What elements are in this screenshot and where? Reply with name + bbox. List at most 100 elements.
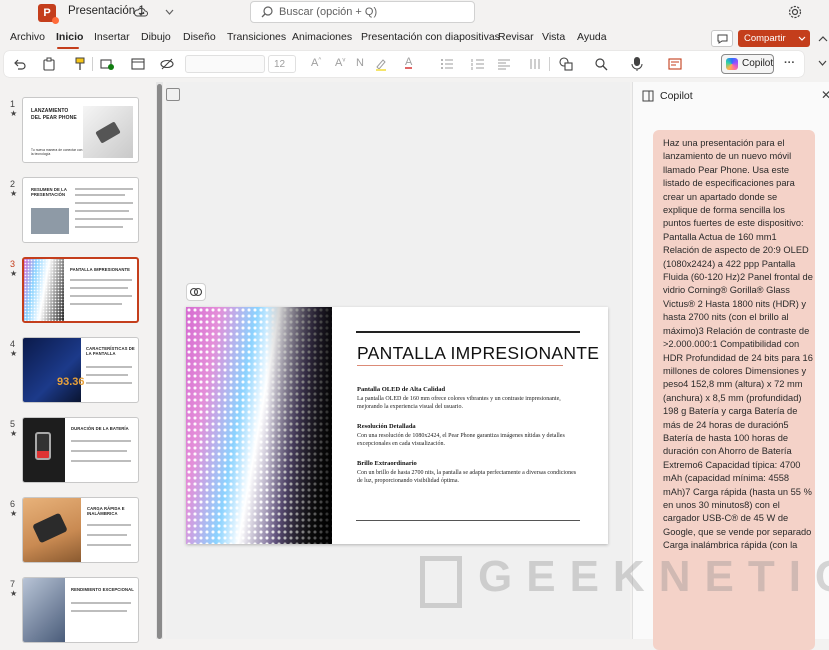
thumb-text-line xyxy=(86,382,132,384)
current-slide[interactable]: PANTALLA IMPRESIONANTE Pantalla OLED de … xyxy=(186,307,608,544)
thumb-text-line xyxy=(87,534,127,536)
increase-font-icon[interactable]: A^ xyxy=(311,57,321,69)
share-label: Compartir xyxy=(744,33,786,44)
format-painter-icon[interactable] xyxy=(74,57,86,71)
collapse-ribbon-icon[interactable] xyxy=(818,33,828,45)
slide-number: 5 xyxy=(10,419,16,429)
slide-thumbnail-7[interactable]: RENDIMIENTO EXCEPCIONAL xyxy=(22,577,139,643)
tab-insertar[interactable]: Insertar xyxy=(94,31,130,43)
search-input[interactable]: Buscar (opción + Q) xyxy=(250,1,475,23)
search-icon xyxy=(261,6,273,18)
toolbar-separator xyxy=(549,57,550,71)
thumbnail-scrollbar[interactable] xyxy=(157,84,162,639)
paste-icon[interactable] xyxy=(42,57,56,71)
bold-icon[interactable]: N xyxy=(356,57,364,69)
designer-icon[interactable] xyxy=(668,57,682,71)
thumb-text-line xyxy=(75,194,125,196)
shapes-icon[interactable] xyxy=(559,57,573,71)
highlight-icon[interactable] xyxy=(374,57,388,71)
more-text-options-icon[interactable] xyxy=(528,57,542,71)
tab-presentacion[interactable]: Presentación con diapositivas xyxy=(361,31,500,43)
thumb-title: RENDIMIENTO EXCEPCIONAL xyxy=(71,587,134,592)
thumb-text-line xyxy=(87,544,131,546)
slide-thumbnail-1[interactable]: LANZAMIENTO DEL PEAR PHONE Tu nueva mane… xyxy=(22,97,139,163)
copilot-header: Copilot xyxy=(660,90,693,102)
tab-diseno[interactable]: Diseño xyxy=(183,31,216,43)
search-placeholder: Buscar (opción + Q) xyxy=(279,6,378,18)
thumb-text-line xyxy=(75,218,133,220)
gear-icon[interactable] xyxy=(788,5,802,19)
thumb-text-line xyxy=(75,202,133,204)
share-button[interactable]: Compartir xyxy=(738,30,810,47)
slide-thumbnail-pane: 1 ★ LANZAMIENTO DEL PEAR PHONE Tu nueva … xyxy=(0,82,150,643)
tab-archivo[interactable]: Archivo xyxy=(10,31,45,43)
tab-animaciones[interactable]: Animaciones xyxy=(292,31,352,43)
section-text[interactable]: Con un brillo de hasta 2700 nits, la pan… xyxy=(357,469,582,485)
powerpoint-logo-icon[interactable]: P xyxy=(38,4,59,24)
slide-number: 6 xyxy=(10,499,16,509)
dictate-icon[interactable] xyxy=(631,56,643,71)
star-icon: ★ xyxy=(10,189,18,198)
thumb-text-line xyxy=(75,188,133,190)
section-text[interactable]: La pantalla OLED de 160 mm ofrece colore… xyxy=(357,395,582,411)
slide-thumbnail-2[interactable]: RESUMEN DE LA PRESENTACIÓN xyxy=(22,177,139,243)
slide-thumbnail-5[interactable]: DURACIÓN DE LA BATERÍA xyxy=(22,417,139,483)
decrease-font-icon[interactable]: Av xyxy=(335,57,345,69)
slide-thumbnail-4[interactable]: 93.36 CARACTERÍSTICAS DE LA PANTALLA xyxy=(22,337,139,403)
phone-image xyxy=(31,208,69,234)
new-slide-icon[interactable] xyxy=(100,57,114,71)
user-prompt-text: Haz una presentación para el lanzamiento… xyxy=(663,138,813,551)
thumb-text-line xyxy=(70,287,128,289)
copilot-button[interactable]: Copilot xyxy=(721,54,774,74)
ribbon-toolbar: 12 A^ Av N A Copilot ··· xyxy=(0,51,829,77)
slide-thumbnail-3-selected[interactable]: PANTALLA IMPRESIONANTE xyxy=(22,257,139,323)
thumb-text-line xyxy=(75,210,129,212)
close-icon[interactable]: ✕ xyxy=(821,88,829,102)
font-family-select[interactable] xyxy=(185,55,265,73)
hide-slide-icon[interactable] xyxy=(160,57,174,71)
star-icon: ★ xyxy=(10,269,18,278)
tab-ayuda[interactable]: Ayuda xyxy=(577,31,607,43)
thumb-text-line xyxy=(86,366,132,368)
thumb-text-line xyxy=(86,374,128,376)
thumb-text-line xyxy=(70,295,132,297)
chevron-down-icon xyxy=(798,36,806,41)
thumb-text-line xyxy=(70,303,122,305)
thumb-text-line xyxy=(71,602,131,604)
led-display-image[interactable] xyxy=(186,307,332,544)
chevron-down-icon[interactable] xyxy=(818,60,827,67)
chevron-down-icon[interactable] xyxy=(165,9,174,16)
toolbar-separator xyxy=(92,57,93,71)
tab-transiciones[interactable]: Transiciones xyxy=(227,31,286,43)
slide-number: 4 xyxy=(10,339,16,349)
numbering-icon[interactable] xyxy=(471,57,485,71)
slide-title[interactable]: PANTALLA IMPRESIONANTE xyxy=(357,343,599,364)
section-heading[interactable]: Brillo Extraordinario xyxy=(357,460,417,467)
section-heading[interactable]: Pantalla OLED de Alta Calidad xyxy=(357,386,445,393)
align-icon[interactable] xyxy=(497,57,511,71)
display-image-text: 93.36 xyxy=(57,376,85,388)
tab-vista[interactable]: Vista xyxy=(542,31,565,43)
layout-icon[interactable] xyxy=(131,57,145,71)
comment-button[interactable] xyxy=(711,30,733,47)
copilot-panel-icon xyxy=(642,90,654,102)
font-color-icon[interactable]: A xyxy=(405,57,413,69)
display-image xyxy=(23,338,81,402)
section-heading[interactable]: Resolución Detallada xyxy=(357,423,416,430)
more-options-icon[interactable]: ··· xyxy=(784,57,795,69)
thumb-title: DURACIÓN DE LA BATERÍA xyxy=(71,426,129,431)
section-text[interactable]: Con una resolución de 1080x2424, el Pear… xyxy=(357,432,582,448)
title-rule xyxy=(356,331,580,333)
copilot-slide-button[interactable] xyxy=(186,283,206,301)
undo-icon[interactable] xyxy=(12,57,26,71)
tab-dibujo[interactable]: Dibujo xyxy=(141,31,171,43)
comment-icon xyxy=(717,34,728,44)
toggle-pane-icon[interactable] xyxy=(166,88,180,101)
star-icon: ★ xyxy=(10,589,18,598)
font-size-select[interactable]: 12 xyxy=(268,55,296,73)
tab-inicio[interactable]: Inicio xyxy=(56,31,83,43)
slide-thumbnail-6[interactable]: CARGA RÁPIDA E INALÁMBRICA xyxy=(22,497,139,563)
tab-revisar[interactable]: Revisar xyxy=(498,31,534,43)
find-icon[interactable] xyxy=(594,57,608,71)
bullets-icon[interactable] xyxy=(440,57,454,71)
